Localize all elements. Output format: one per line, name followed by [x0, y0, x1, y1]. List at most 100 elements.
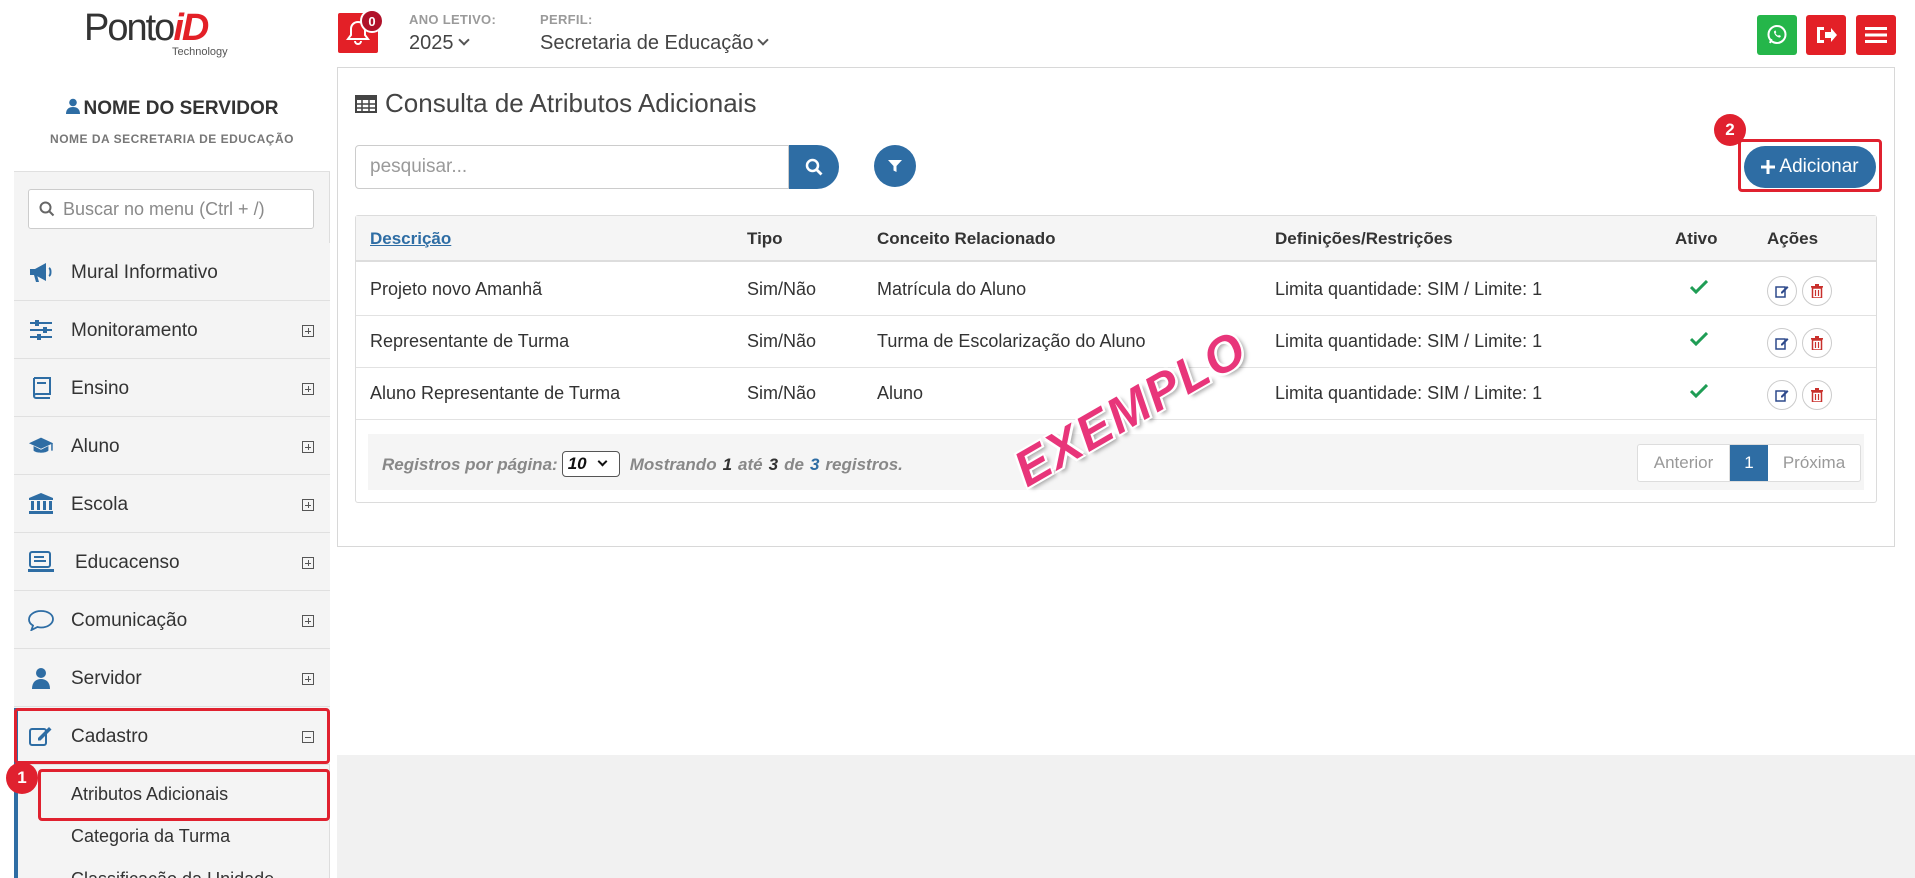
edit-button[interactable] [1767, 276, 1797, 306]
chat-bubble-icon [28, 610, 54, 631]
delete-button[interactable] [1802, 328, 1832, 358]
sign-out-icon [1817, 27, 1837, 43]
table-icon [355, 94, 377, 113]
sidebar-item-label: Mural Informativo [71, 262, 218, 283]
expand-icon[interactable] [302, 499, 314, 511]
highlight-atributos-adicionais [38, 769, 330, 821]
highlight-cadastro [14, 708, 330, 764]
cell-descricao: Projeto novo Amanhã [370, 279, 543, 299]
cell-tipo: Sim/Não [747, 279, 817, 299]
sidebar-item-label: Comunicação [71, 610, 188, 631]
ano-letivo-label: ANO LETIVO: [409, 12, 497, 27]
sidebar-subitem-label: Classificação da Unidade [71, 869, 274, 878]
expand-icon[interactable] [302, 325, 314, 337]
menu-search-field[interactable] [28, 189, 314, 229]
sidebar-item-label: Escola [71, 494, 129, 515]
per-page-select[interactable]: 10 [561, 451, 620, 477]
column-header-ativo[interactable]: Ativo [1675, 229, 1718, 249]
search-icon [39, 201, 55, 217]
showing-de: de [784, 455, 804, 474]
sidebar-item-monitoramento[interactable]: Monitoramento [14, 301, 330, 359]
edit-icon [1775, 338, 1789, 350]
institution-icon [29, 493, 53, 514]
page-background [337, 755, 1915, 878]
sidebar-item-label: Ensino [71, 378, 130, 399]
whatsapp-button[interactable] [1757, 15, 1797, 55]
hamburger-icon [1865, 27, 1887, 43]
logo-text: Ponto [84, 7, 175, 49]
menu-search-input[interactable] [63, 198, 303, 220]
pontoid-logo[interactable]: PontoiD Technology [84, 8, 244, 60]
monitor-icon [28, 551, 54, 572]
search-button[interactable] [789, 145, 839, 189]
expand-icon[interactable] [302, 383, 314, 395]
perfil-label: PERFIL: [540, 12, 593, 27]
sidebar-subitem-categoria-turma[interactable]: Categoria da Turma [14, 817, 330, 857]
showing-ate: até [738, 455, 763, 474]
cell-definicoes: Limita quantidade: SIM / Limite: 1 [1275, 383, 1543, 403]
pagination: Anterior 1 Próxima [1637, 444, 1861, 482]
cell-tipo: Sim/Não [747, 383, 817, 403]
user-box: NOME DO SERVIDOR NOME DA SECRETARIA DE E… [14, 68, 330, 172]
cell-conceito: Turma de Escolarização do Aluno [877, 331, 1146, 351]
trash-icon [1811, 336, 1823, 350]
ano-letivo-select[interactable]: 2025 [409, 32, 470, 55]
sidebar-item-educacenso[interactable]: Educacenso [14, 533, 330, 591]
sidebar-subitem-classificacao-unidade[interactable]: Classificação da Unidade [14, 860, 330, 878]
delete-button[interactable] [1802, 380, 1832, 410]
sidebar-subitem-label: Categoria da Turma [71, 826, 231, 846]
sidebar-item-label: Servidor [71, 668, 142, 689]
expand-icon[interactable] [302, 615, 314, 627]
column-header-descricao[interactable]: Descrição [370, 229, 451, 249]
sidebar-item-servidor[interactable]: Servidor [14, 649, 330, 707]
showing-from: 1 [722, 455, 733, 474]
pagination-prev[interactable]: Anterior [1638, 445, 1730, 481]
edit-button[interactable] [1767, 328, 1797, 358]
logout-button[interactable] [1806, 15, 1846, 55]
edit-icon [1775, 390, 1789, 402]
table-header: Descrição Tipo Conceito Relacionado Defi… [356, 216, 1876, 262]
pagination-page-1[interactable]: 1 [1730, 445, 1768, 481]
sidebar-item-comunicacao[interactable]: Comunicação [14, 591, 330, 649]
showing-label: Mostrando [629, 455, 717, 474]
sidebar-item-escola[interactable]: Escola [14, 475, 330, 533]
showing-total: 3 [809, 455, 820, 474]
search-field[interactable] [355, 145, 789, 189]
chevron-down-icon [597, 456, 608, 466]
menu-button[interactable] [1856, 15, 1896, 55]
page-title: Consulta de Atributos Adicionais [355, 88, 756, 119]
column-header-conceito[interactable]: Conceito Relacionado [877, 229, 1056, 249]
column-header-definicoes[interactable]: Definições/Restrições [1275, 229, 1453, 249]
column-header-tipo[interactable]: Tipo [747, 229, 783, 249]
expand-icon[interactable] [302, 441, 314, 453]
perfil-select[interactable]: Secretaria de Educação [540, 32, 770, 55]
showing-to: 3 [768, 455, 779, 474]
sidebar-item-mural[interactable]: Mural Informativo [14, 243, 330, 301]
expand-icon[interactable] [302, 557, 314, 569]
check-icon [1690, 332, 1708, 346]
filter-button[interactable] [874, 145, 916, 187]
sidebar-item-label: Monitoramento [71, 320, 198, 341]
cell-conceito: Matrícula do Aluno [877, 279, 1027, 299]
per-page-label: Registros por página: [382, 455, 558, 474]
search-input[interactable] [370, 156, 770, 178]
sidebar-item-ensino[interactable]: Ensino [14, 359, 330, 417]
expand-icon[interactable] [302, 673, 314, 685]
chevron-down-icon [757, 34, 770, 46]
pagination-next[interactable]: Próxima [1768, 445, 1860, 481]
perfil-value: Secretaria de Educação [540, 32, 754, 54]
table-row: Representante de Turma Sim/Não Turma de … [356, 316, 1876, 368]
edit-icon [1775, 286, 1789, 298]
sliders-icon [30, 320, 52, 340]
edit-button[interactable] [1767, 380, 1797, 410]
sidebar-item-aluno[interactable]: Aluno [14, 417, 330, 475]
table-row: Projeto novo Amanhã Sim/Não Matrícula do… [356, 264, 1876, 316]
cell-descricao: Aluno Representante de Turma [370, 383, 621, 403]
cell-descricao: Representante de Turma [370, 331, 570, 351]
highlight-add-button [1738, 139, 1882, 192]
user-secretaria: NOME DA SECRETARIA DE EDUCAÇÃO [50, 132, 294, 146]
cell-definicoes: Limita quantidade: SIM / Limite: 1 [1275, 279, 1543, 299]
delete-button[interactable] [1802, 276, 1832, 306]
logo-subtitle: Technology [172, 46, 228, 58]
sidebar-item-label: Educacenso [75, 552, 180, 573]
